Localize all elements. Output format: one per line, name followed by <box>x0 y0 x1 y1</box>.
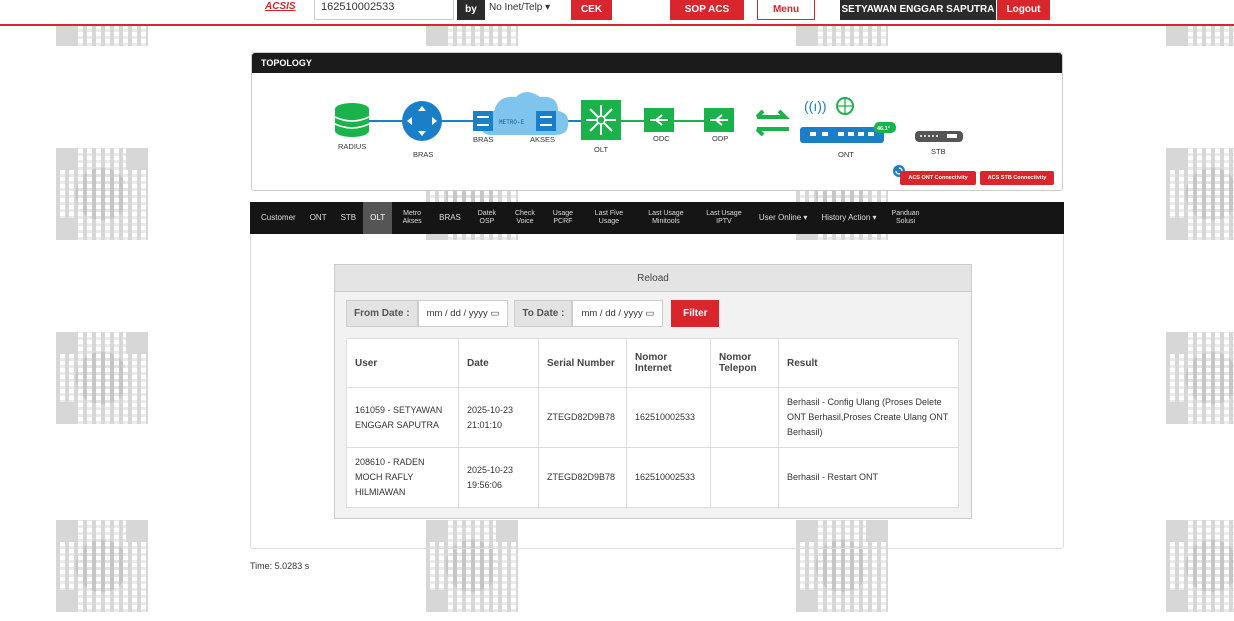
date-filter: From Date : mm / dd / yyyy ▭ To Date : m… <box>346 300 720 327</box>
cell-internet: 162510002533 <box>626 387 711 448</box>
tab-datek-osp[interactable]: Datek OSP <box>468 202 506 234</box>
cell-result: Berhasil - Config Ulang (Proses Delete O… <box>778 387 959 448</box>
tab-olt[interactable]: OLT <box>363 202 393 234</box>
col-nomor-internet: Nomor Internet <box>626 338 711 388</box>
watermark-pattern <box>56 332 148 424</box>
to-date-label: To Date : <box>514 300 573 327</box>
history-table: User Date Serial Number Nomor Internet N… <box>346 338 959 508</box>
cek-button[interactable]: CEK <box>571 0 612 20</box>
col-serial: Serial Number <box>538 338 627 388</box>
akses-label: AKSES <box>530 135 555 144</box>
cell-date: 2025-10-23 19:56:06 <box>458 447 539 508</box>
olt-label: OLT <box>594 145 608 154</box>
cell-serial: ZTEGD82D9B78 <box>538 387 627 448</box>
tab-panduan-solusi[interactable]: Panduan Solusi <box>884 202 928 234</box>
from-date-label: From Date : <box>346 300 418 327</box>
col-result: Result <box>778 338 959 388</box>
to-date-input[interactable]: mm / dd / yyyy ▭ <box>572 300 664 327</box>
radius-label: RADIUS <box>338 142 366 151</box>
metro-label: METRO-E <box>499 119 525 126</box>
watermark-pattern <box>1166 520 1234 612</box>
tab-ont[interactable]: ONT <box>303 202 334 234</box>
ont-router-icon[interactable]: ((ı)) 46.1° <box>800 97 896 143</box>
cell-user: 208610 - RADEN MOCH RAFLY HILMIAWAN <box>346 447 459 508</box>
tab-last-five-usage[interactable]: Last Five Usage <box>582 202 636 234</box>
calendar-icon: ▭ <box>490 308 500 319</box>
cell-internet: 162510002533 <box>626 447 711 508</box>
metro-cloud-icon[interactable]: METRO-E <box>473 92 569 135</box>
table-row: 161059 - SETYAWAN ENGGAR SAPUTRA 2025-10… <box>346 387 959 448</box>
olt-switch-icon[interactable] <box>581 100 621 140</box>
watermark-pattern <box>56 148 148 240</box>
from-date-placeholder: mm / dd / yyyy <box>426 308 488 319</box>
wifi-icon: ((ı)) <box>804 98 827 114</box>
acs-stb-connectivity-button[interactable]: ACS STB Connectivity <box>980 171 1054 185</box>
sync-arrows-icon <box>755 109 790 137</box>
ont-label: ONT <box>838 150 854 159</box>
logout-button[interactable]: Logout <box>997 0 1050 20</box>
cell-result: Berhasil - Restart ONT <box>778 447 959 508</box>
col-user: User <box>346 338 459 388</box>
odc-splitter-icon[interactable] <box>644 108 674 132</box>
radius-icon[interactable] <box>334 103 370 137</box>
tab-customer[interactable]: Customer <box>254 202 303 234</box>
acs-ont-connectivity-button[interactable]: ACS ONT Connectivity <box>900 171 976 185</box>
bras-label: BRAS <box>413 150 433 159</box>
cell-telepon <box>710 387 779 448</box>
stb-box-icon[interactable] <box>915 131 963 142</box>
app-logo[interactable]: ACSIS <box>265 1 296 12</box>
sop-acs-button[interactable]: SOP ACS <box>670 0 744 20</box>
calendar-icon: ▭ <box>645 308 655 319</box>
to-date-placeholder: mm / dd / yyyy <box>581 308 643 319</box>
bras-router-icon[interactable] <box>402 101 442 141</box>
filter-button[interactable]: Filter <box>671 300 720 327</box>
odc-label: ODC <box>653 134 670 143</box>
from-date-input[interactable]: mm / dd / yyyy ▭ <box>417 300 509 327</box>
bras2-label: BRAS <box>473 135 493 144</box>
tab-bras[interactable]: BRAS <box>432 202 468 234</box>
cell-user: 161059 - SETYAWAN ENGGAR SAPUTRA <box>346 387 459 448</box>
topology-panel: TOPOLOGY RADIUS BRAS METRO-E BRAS AKSES … <box>251 52 1063 191</box>
table-header-row: User Date Serial Number Nomor Internet N… <box>346 338 959 388</box>
search-input[interactable]: 162510002533 <box>314 0 454 20</box>
cell-telepon <box>710 447 779 508</box>
tab-last-usage-iptv[interactable]: Last Usage IPTV <box>696 202 752 234</box>
cell-date: 2025-10-23 21:01:10 <box>458 387 539 448</box>
tab-history-action[interactable]: History Action ▾ <box>814 202 883 234</box>
watermark-pattern <box>1166 148 1234 240</box>
detail-tabs: Customer ONT STB OLT Metro Akses BRAS Da… <box>250 202 1064 234</box>
tab-usage-pcrf[interactable]: Usage PCRF <box>544 202 582 234</box>
by-label: by <box>457 0 485 20</box>
menu-button[interactable]: Menu <box>757 0 815 20</box>
watermark-pattern <box>1166 332 1234 424</box>
col-date: Date <box>458 338 539 388</box>
tab-last-usage-minitools[interactable]: Last Usage Minitools <box>636 202 696 234</box>
watermark-pattern <box>56 520 148 612</box>
user-name-badge: SETYAWAN ENGGAR SAPUTRA <box>840 0 996 20</box>
search-type-select[interactable]: No Inet/Telp ▾ <box>489 2 550 13</box>
tab-user-online[interactable]: User Online ▾ <box>752 202 814 234</box>
tab-check-voice[interactable]: Check Voice <box>506 202 544 234</box>
tab-metro-akses[interactable]: Metro Akses <box>392 202 432 234</box>
odp-label: ODP <box>712 134 728 143</box>
top-bar: ACSIS 162510002533 by No Inet/Telp ▾ CEK… <box>0 0 1234 26</box>
table-row: 208610 - RADEN MOCH RAFLY HILMIAWAN 2025… <box>346 447 959 508</box>
render-time: Time: 5.0283 s <box>250 561 310 571</box>
col-nomor-telepon: Nomor Telepon <box>710 338 779 388</box>
odp-splitter-icon[interactable] <box>704 108 734 132</box>
ont-temp-badge: 46.1° <box>877 126 890 132</box>
cell-serial: ZTEGD82D9B78 <box>538 447 627 508</box>
reload-button[interactable]: Reload <box>335 265 971 292</box>
topology-title: TOPOLOGY <box>252 53 1062 73</box>
history-panel: Reload From Date : mm / dd / yyyy ▭ To D… <box>334 264 972 519</box>
stb-label: STB <box>931 147 946 156</box>
tab-stb[interactable]: STB <box>334 202 364 234</box>
